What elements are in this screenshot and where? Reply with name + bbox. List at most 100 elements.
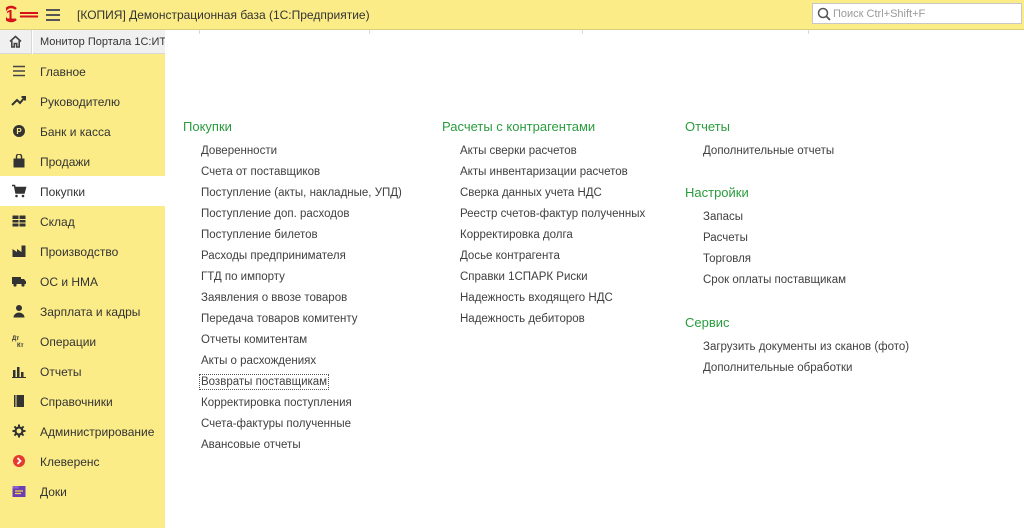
docs-icon xyxy=(12,486,26,497)
warehouse-icon xyxy=(12,215,26,227)
link-additional-reports[interactable]: Дополнительные отчеты xyxy=(703,145,834,157)
link-settings-settlements[interactable]: Расчеты xyxy=(703,232,748,244)
link-customs-declarations[interactable]: ГТД по импорту xyxy=(201,271,285,283)
cart-icon xyxy=(12,184,27,198)
sidebar-item-manager[interactable]: Руководителю xyxy=(0,86,165,116)
link-goods-transfer-consignor[interactable]: Передача товаров комитенту xyxy=(201,313,358,325)
sidebar-item-label: ОС и НМА xyxy=(40,275,99,289)
title-bar: 1 [КОПИЯ] Демонстрационная база (1С:Пред… xyxy=(0,0,1024,30)
sidebar-item-label: Доки xyxy=(40,485,67,499)
link-spark-risks[interactable]: Справки 1СПАРК Риски xyxy=(460,271,588,283)
sidebar-item-operations[interactable]: Дт Кт Операции xyxy=(0,326,165,356)
link-vat-reconciliation[interactable]: Сверка данных учета НДС xyxy=(460,187,602,199)
book-icon xyxy=(14,395,24,407)
sidebar-item-label: Справочники xyxy=(40,395,113,409)
person-icon xyxy=(13,305,25,318)
sidebar-item-label: Клеверенс xyxy=(40,455,100,469)
truck-icon xyxy=(12,277,26,287)
svg-text:Кт: Кт xyxy=(17,343,24,348)
sidebar-item-salary[interactable]: Зарплата и кадры xyxy=(0,296,165,326)
section-title-service: Сервис xyxy=(685,315,730,330)
link-settings-payment-terms[interactable]: Срок оплаты поставщикам xyxy=(703,274,846,286)
cleverence-icon xyxy=(13,455,25,467)
link-load-scans[interactable]: Загрузить документы из сканов (фото) xyxy=(703,341,909,353)
section-title-reports: Отчеты xyxy=(685,119,730,134)
tab-divider xyxy=(582,30,583,34)
gear-icon xyxy=(12,424,26,438)
sidebar-item-label: Производство xyxy=(40,245,119,259)
link-reconciliation-acts[interactable]: Акты сверки расчетов xyxy=(460,145,577,157)
link-expense-reports[interactable]: Авансовые отчеты xyxy=(201,439,301,451)
sidebar-item-docs[interactable]: Доки xyxy=(0,476,165,506)
main-menu-icon[interactable] xyxy=(46,9,60,21)
link-counterparty-dossier[interactable]: Досье контрагента xyxy=(460,250,560,262)
link-supplier-returns[interactable]: Возвраты поставщикам xyxy=(198,374,330,390)
sections-panel: Главное Руководителю P Банк и касса Прод… xyxy=(0,54,165,528)
sidebar-item-label: Отчеты xyxy=(40,365,82,379)
sidebar-item-administration[interactable]: Администрирование xyxy=(0,416,165,446)
sidebar-item-label: Администрирование xyxy=(40,425,155,439)
trend-icon xyxy=(11,96,26,106)
window-title: [КОПИЯ] Демонстрационная база (1С:Предпр… xyxy=(77,8,370,22)
section-title-purchases: Покупки xyxy=(183,119,232,134)
section-title-settlements: Расчеты с контрагентами xyxy=(442,119,596,134)
tab-divider xyxy=(199,30,200,34)
sidebar-item-warehouse[interactable]: Склад xyxy=(0,206,165,236)
tab-divider xyxy=(808,30,809,34)
menu-lines-icon xyxy=(13,65,25,77)
link-import-applications[interactable]: Заявления о ввозе товаров xyxy=(201,292,347,304)
tab-divider xyxy=(369,30,370,34)
sidebar-item-label: Зарплата и кадры xyxy=(40,305,141,319)
dt-kt-icon: Дт Кт xyxy=(12,336,24,348)
svg-text:P: P xyxy=(16,127,22,136)
link-additional-processing[interactable]: Дополнительные обработки xyxy=(703,362,852,374)
home-icon xyxy=(9,35,22,48)
link-additional-expenses[interactable]: Поступление доп. расходов xyxy=(201,208,350,220)
link-supplier-invoices[interactable]: Счета от поставщиков xyxy=(201,166,320,178)
link-debt-adjustment[interactable]: Корректировка долга xyxy=(460,229,573,241)
sidebar-item-label: Руководителю xyxy=(40,95,121,109)
link-consignor-reports[interactable]: Отчеты комитентам xyxy=(201,334,307,346)
sidebar-item-purchases[interactable]: Покупки xyxy=(0,176,165,206)
svg-text:Дт: Дт xyxy=(12,336,19,342)
sidebar-item-bank[interactable]: P Банк и касса xyxy=(0,116,165,146)
sidebar-item-fixed-assets[interactable]: ОС и НМА xyxy=(0,266,165,296)
link-inventory-settlement-acts[interactable]: Акты инвентаризации расчетов xyxy=(460,166,628,178)
coin-icon: P xyxy=(13,125,25,137)
sidebar-item-reports[interactable]: Отчеты xyxy=(0,356,165,386)
section-content: Покупки Доверенности Счета от поставщико… xyxy=(165,54,1024,528)
sidebar-item-cleverence[interactable]: Клеверенс xyxy=(0,446,165,476)
link-incoming-vat-reliability[interactable]: Надежность входящего НДС xyxy=(460,292,613,304)
link-settings-trade[interactable]: Торговля xyxy=(703,253,751,265)
sidebar-item-sales[interactable]: Продажи xyxy=(0,146,165,176)
home-button[interactable] xyxy=(0,30,32,54)
link-debtor-reliability[interactable]: Надежность дебиторов xyxy=(460,313,585,325)
factory-icon xyxy=(12,245,26,257)
tab-bar: Монитор Портала 1С:ИТС xyxy=(0,30,1024,54)
link-settings-inventory[interactable]: Запасы xyxy=(703,211,743,223)
section-title-settings: Настройки xyxy=(685,185,749,200)
sidebar-item-catalogs[interactable]: Справочники xyxy=(0,386,165,416)
link-receipt-adjustment[interactable]: Корректировка поступления xyxy=(201,397,352,409)
link-invoice-register[interactable]: Реестр счетов-фактур полученных xyxy=(460,208,645,220)
sidebar-item-main[interactable]: Главное xyxy=(0,56,165,86)
tab-portal-monitor[interactable]: Монитор Портала 1С:ИТС xyxy=(33,30,165,54)
bag-icon xyxy=(13,154,25,168)
sidebar-item-label: Операции xyxy=(40,335,97,349)
sidebar-item-label: Продажи xyxy=(40,155,91,169)
link-ticket-receipts[interactable]: Поступление билетов xyxy=(201,229,318,241)
sidebar-item-label: Главное xyxy=(40,65,86,79)
sidebar-item-label: Покупки xyxy=(40,185,86,199)
link-received-invoices[interactable]: Счета-фактуры полученные xyxy=(201,418,351,430)
link-discrepancy-acts[interactable]: Акты о расхождениях xyxy=(201,355,316,367)
sidebar-item-production[interactable]: Производство xyxy=(0,236,165,266)
tab-label: Монитор Портала 1С:ИТС xyxy=(40,36,165,48)
bar-chart-icon xyxy=(12,367,26,378)
link-powers-of-attorney[interactable]: Доверенности xyxy=(201,145,277,157)
search-input[interactable] xyxy=(833,5,1019,22)
link-receipts[interactable]: Поступление (акты, накладные, УПД) xyxy=(201,187,402,199)
sidebar-item-label: Банк и касса xyxy=(40,125,111,139)
search-box[interactable] xyxy=(812,3,1022,24)
link-entrepreneur-expenses[interactable]: Расходы предпринимателя xyxy=(201,250,346,262)
1c-logo-icon[interactable]: 1 xyxy=(6,5,40,25)
